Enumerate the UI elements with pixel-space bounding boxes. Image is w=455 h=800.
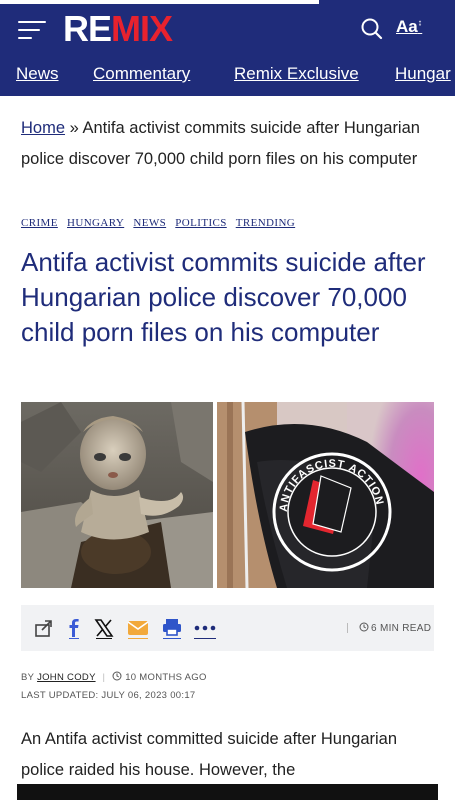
read-time: 6 MIN READ [359,622,431,634]
read-time-label: 6 MIN READ [371,623,432,634]
category-crime[interactable]: CRIME [21,217,58,229]
article-title: Antifa activist commits suicide after Hu… [21,247,426,347]
x-icon[interactable] [93,617,115,639]
category-tags: CRIME HUNGARY NEWS POLITICS TRENDING [21,217,301,229]
font-size-button[interactable]: Aa↕ [396,17,422,37]
clock-icon [112,671,122,681]
category-news[interactable]: NEWS [133,217,166,229]
nav-bar: News Commentary Remix Exclusive Hungar [0,58,455,96]
breadcrumb-current: Antifa activist commits suicide after Hu… [21,119,420,168]
breadcrumb-home-link[interactable]: Home [21,119,65,137]
breadcrumb-separator: » [69,119,79,137]
top-bar: RE MIX Aa↕ [0,0,455,58]
search-icon[interactable] [360,17,384,41]
more-icon[interactable] [193,617,216,639]
email-icon[interactable] [127,617,149,639]
share-bar: 6 MIN READ [21,605,434,651]
nav-item-commentary[interactable]: Commentary [93,64,190,84]
clock-icon [359,622,369,632]
bottom-overlay [17,784,438,800]
author-link[interactable]: JOHN CODY [37,672,95,683]
last-updated: LAST UPDATED: JULY 06, 2023 00:17 [21,690,196,701]
share-icon[interactable] [33,617,55,639]
category-politics[interactable]: POLITICS [175,217,226,229]
logo-re: RE [63,8,112,49]
font-size-arrow-icon: ↕ [417,17,423,28]
nav-item-news[interactable]: News [16,64,59,84]
print-icon[interactable] [161,617,183,639]
antifa-flag-image: ANTIFASCIST ACTION [217,402,434,588]
font-size-label: Aa [396,17,418,36]
share-divider [347,623,348,633]
category-hungary[interactable]: HUNGARY [67,217,124,229]
logo-mix: MIX [111,8,173,49]
nav-item-hungary[interactable]: Hungar [395,64,451,84]
category-trending[interactable]: TRENDING [236,217,295,229]
site-logo[interactable]: RE MIX [63,8,173,50]
nav-item-remix-exclusive[interactable]: Remix Exclusive [234,64,359,84]
article-body: An Antifa activist committed suicide aft… [21,730,398,779]
doll-image [21,402,213,588]
byline-prefix: BY [21,672,35,683]
menu-icon[interactable] [18,19,48,41]
breadcrumb: Home » Antifa activist commits suicide a… [21,113,441,174]
post-age: 10 MONTHS AGO [125,672,207,683]
byline-divider: | [102,672,106,683]
reading-progress-bar [0,0,319,4]
facebook-icon[interactable] [63,617,85,639]
byline: BY JOHN CODY | 10 MONTHS AGO [21,671,207,683]
